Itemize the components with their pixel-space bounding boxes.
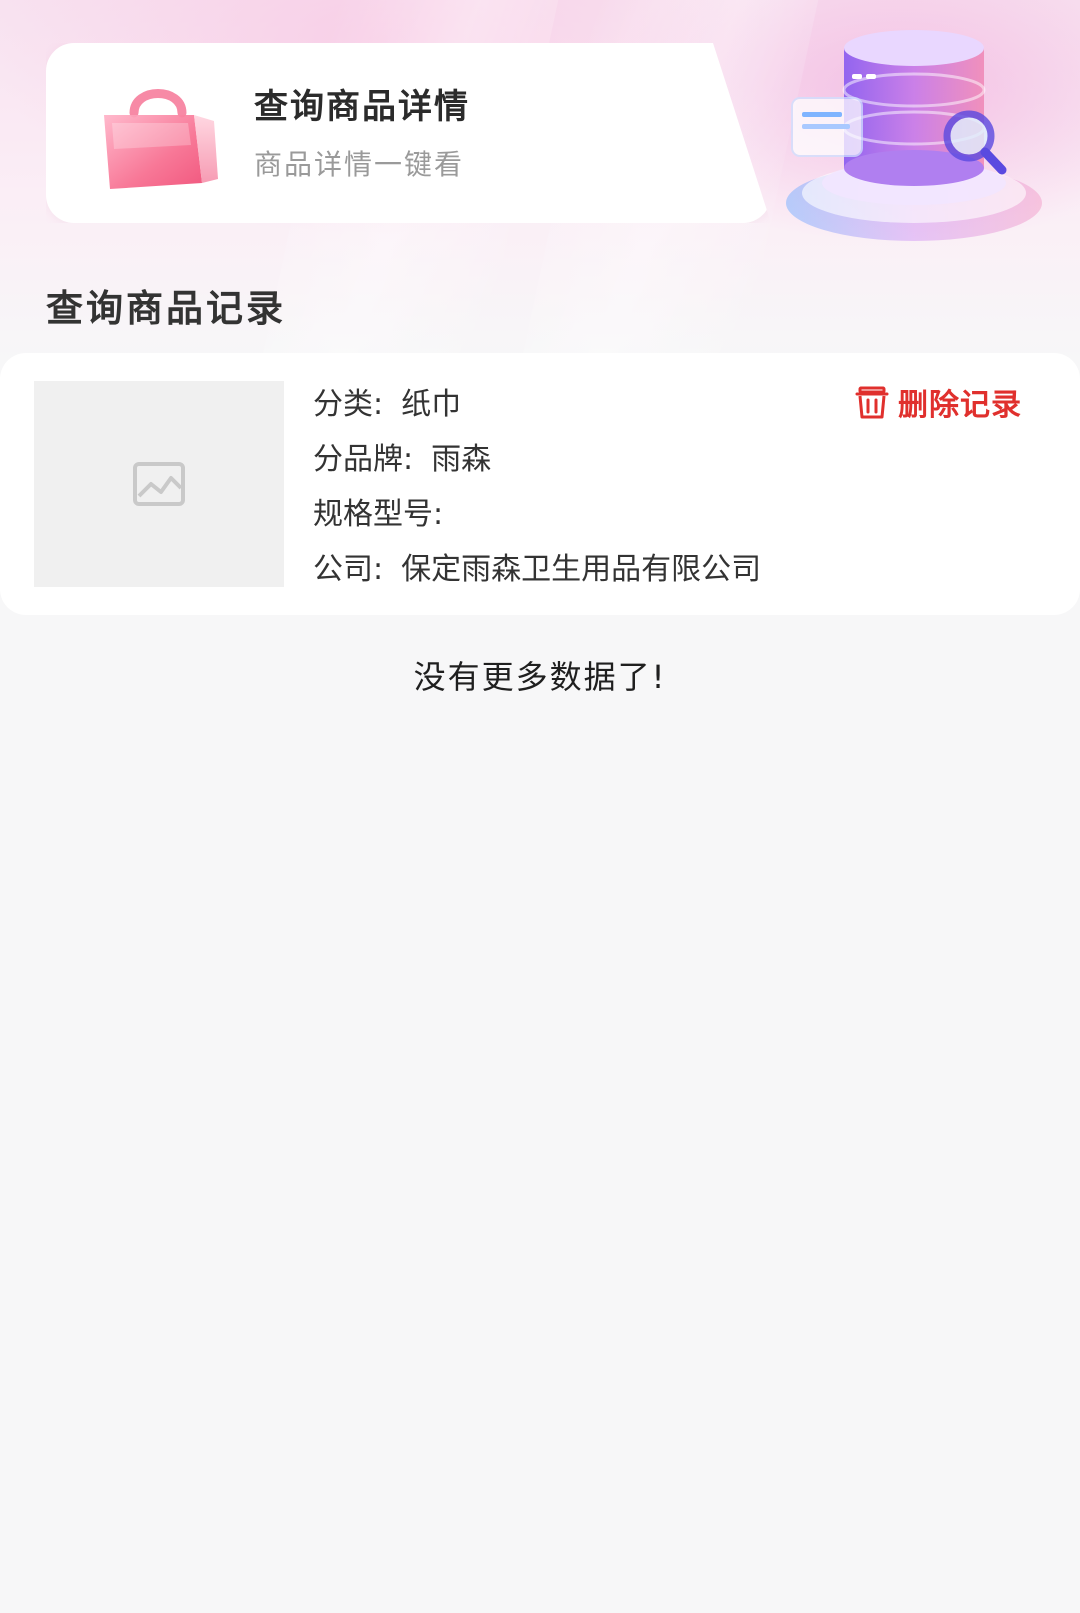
model-row: 规格型号: [313, 487, 761, 542]
record-card[interactable]: 分类: 纸巾 分品牌: 雨森 规格型号: 公司: 保定雨森卫生用品有限公司 删除记录 [0, 353, 1080, 615]
category-label: 分类: [313, 387, 384, 422]
brand-row: 分品牌: 雨森 [313, 432, 761, 487]
no-more-data-text: 没有更多数据了! [413, 658, 667, 696]
database-search-icon [786, 30, 1042, 241]
brand-label: 分品牌: [313, 442, 414, 477]
section-title-query-records: 查询商品记录 [46, 287, 286, 330]
model-label: 规格型号: [313, 497, 444, 532]
company-label: 公司: [313, 552, 384, 587]
delete-record-button[interactable]: 删除记录 [854, 377, 1022, 427]
delete-record-label: 删除记录 [898, 388, 1022, 423]
product-thumbnail [34, 381, 284, 587]
company-row: 公司: 保定雨森卫生用品有限公司 [313, 542, 761, 597]
trash-icon [855, 386, 889, 419]
company-value: 保定雨森卫生用品有限公司 [401, 552, 762, 587]
record-info: 分类: 纸巾 分品牌: 雨森 规格型号: 公司: 保定雨森卫生用品有限公司 [313, 377, 761, 597]
brand-value: 雨森 [431, 442, 492, 477]
query-card-title: 查询商品详情 [254, 87, 470, 127]
query-product-card[interactable]: 查询商品详情 商品详情一键看 [46, 43, 771, 223]
category-row: 分类: 纸巾 [313, 377, 761, 432]
image-placeholder-icon [133, 462, 185, 506]
shopping-bag-icon [104, 89, 218, 189]
query-card-subtitle: 商品详情一键看 [254, 148, 465, 181]
category-value: 纸巾 [401, 387, 462, 422]
